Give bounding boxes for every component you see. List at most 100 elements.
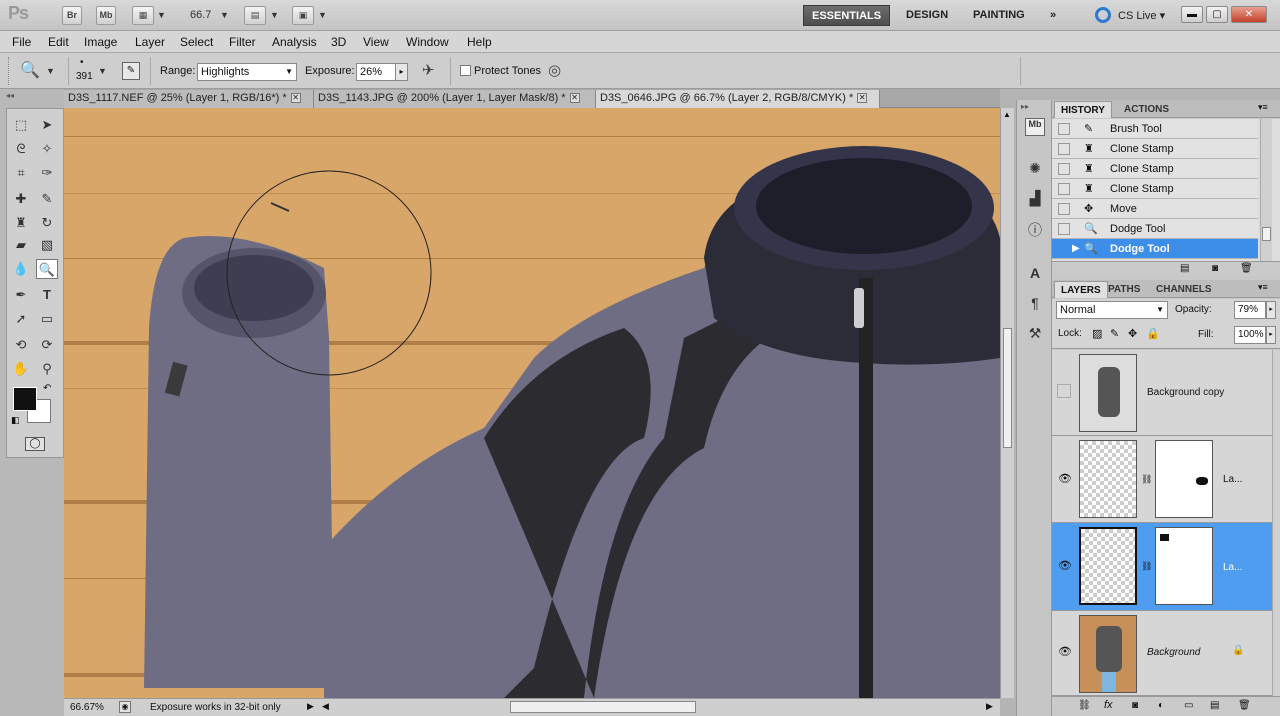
crop-tool-icon[interactable]: ⌗ [10,163,32,183]
hand-tool-icon[interactable]: ✋ [10,359,32,379]
layer-row-selected[interactable]: 👁 ⛓ La... [1052,523,1272,611]
3d-rotate-tool-icon[interactable]: ⟲ [10,335,32,355]
scroll-left-icon[interactable]: ◀ [322,701,329,712]
eye-icon[interactable]: 👁 [1057,472,1073,488]
adjustment-layer-icon[interactable]: ◐ [1158,700,1164,711]
workspace-essentials[interactable]: ESSENTIALS [803,5,891,26]
dodge-tool-icon[interactable]: 🔍 [36,259,58,279]
info-panel-icon[interactable]: ⓘ [1025,220,1045,238]
histogram-panel-icon[interactable]: ▟ [1025,190,1045,208]
new-layer-icon[interactable]: ▤ [1210,700,1219,711]
history-source-checkbox[interactable] [1058,203,1070,215]
history-source-checkbox[interactable] [1058,223,1070,235]
protect-tones-checkbox[interactable] [460,65,471,76]
clone-source-panel-icon[interactable]: ⚒ [1025,325,1045,343]
history-item[interactable]: ✎ Brush Tool [1052,119,1258,139]
workspace-painting[interactable]: PAINTING [965,5,1033,26]
menu-layer[interactable]: Layer [135,35,165,49]
link-icon[interactable]: ⛓ [1141,561,1152,572]
layer-visibility-toggle[interactable] [1057,384,1071,398]
history-scrollbar[interactable] [1260,119,1272,261]
eraser-tool-icon[interactable]: ▰ [10,235,32,255]
document-canvas[interactable] [64,108,1000,698]
history-source-checkbox[interactable] [1058,163,1070,175]
view-extras-button[interactable]: ▦ [132,6,154,25]
workspace-design[interactable]: DESIGN [898,5,956,26]
tab-document-1[interactable]: D3S_1117.NEF @ 25% (Layer 1, RGB/16*) * ✕ [64,90,314,108]
more-workspaces-button[interactable]: » [1042,5,1064,26]
dodge-tool-preset-icon[interactable]: 🔍 [20,60,40,80]
link-icon[interactable]: ⛓ [1141,474,1152,485]
blur-tool-icon[interactable]: 💧 [10,259,32,279]
bridge-button[interactable]: Br [62,6,82,25]
scrollbar-thumb[interactable] [1003,328,1012,448]
brush-size[interactable]: 391 [76,71,93,82]
history-brush-tool-icon[interactable]: ↻ [36,213,58,233]
gradient-tool-icon[interactable]: ▧ [36,235,58,255]
tab-document-3[interactable]: D3S_0646.JPG @ 66.7% (Layer 2, RGB/8/CMY… [596,90,880,108]
scroll-up-icon[interactable]: ▲ [1003,110,1011,119]
clone-stamp-tool-icon[interactable]: ♜ [10,213,32,233]
status-menu-arrow-icon[interactable]: ▶ [307,701,314,712]
opacity-input[interactable]: 79% [1234,301,1266,319]
menu-view[interactable]: View [363,35,389,49]
restore-button[interactable]: ▢ [1206,6,1228,23]
menu-image[interactable]: Image [84,35,117,49]
mini-bridge-button[interactable]: Mb [96,6,116,25]
new-document-from-state-icon[interactable]: ▤ [1180,263,1189,274]
opacity-slider-button[interactable]: ▸ [1266,301,1276,319]
blend-mode-select[interactable]: Normal ▼ [1056,301,1168,319]
quick-selection-tool-icon[interactable]: ✧ [36,139,58,159]
brush-tool-icon[interactable]: ✎ [36,189,58,209]
zoom-level[interactable]: 66.7 [190,9,211,21]
foreground-color-swatch[interactable] [13,387,37,411]
eye-icon[interactable]: 👁 [1057,559,1073,575]
scroll-right-icon[interactable]: ▶ [986,701,993,712]
swap-colors-icon[interactable]: ↶ [43,383,51,394]
exposure-input[interactable]: 26% [356,63,396,81]
tab-document-2[interactable]: D3S_1143.JPG @ 200% (Layer 1, Layer Mask… [314,90,596,108]
layer-name[interactable]: La... [1223,474,1242,485]
airbrush-icon[interactable]: ✈ [422,61,435,79]
close-icon[interactable]: ✕ [569,93,580,104]
shape-tool-icon[interactable]: ▭ [36,309,58,329]
character-panel-icon[interactable]: A [1025,265,1045,283]
zoom-tool-icon[interactable]: ⚲ [36,359,58,379]
tab-history[interactable]: HISTORY [1054,101,1112,118]
default-colors-icon[interactable]: ◧ [11,415,20,426]
history-item[interactable]: 🔍 Dodge Tool [1052,219,1258,239]
status-zoom[interactable]: 66.67% [70,702,104,713]
collapse-icon[interactable]: ◂◂ [6,91,14,100]
layer-name[interactable]: Background [1147,647,1200,658]
arrange-dropdown-icon[interactable]: ▼ [270,10,279,20]
lasso-tool-icon[interactable]: ᘓ [10,139,32,159]
type-tool-icon[interactable]: T [36,285,58,305]
close-icon[interactable]: ✕ [857,93,868,104]
new-group-icon[interactable]: ▭ [1184,700,1193,711]
trash-icon[interactable]: 🗑 [1240,263,1253,274]
move-tool-icon[interactable]: ➤ [36,115,58,135]
navigator-panel-icon[interactable]: ✺ [1025,160,1045,178]
mini-bridge-panel-icon[interactable]: Mb [1025,118,1045,136]
status-menu-icon[interactable]: ◉ [119,701,131,713]
options-grip[interactable] [8,57,10,85]
history-item[interactable]: ♜ Clone Stamp [1052,159,1258,179]
trash-icon[interactable]: 🗑 [1238,700,1251,711]
panel-menu-icon[interactable]: ▾≡ [1258,102,1268,113]
layer-row[interactable]: Background copy [1052,350,1272,436]
history-item[interactable]: ♜ Clone Stamp [1052,179,1258,199]
cs-live-button[interactable]: CS Live ▾ [1118,9,1165,22]
layer-mask-thumbnail[interactable] [1155,527,1213,605]
screen-mode-button[interactable]: ▣ [292,6,314,25]
add-mask-icon[interactable]: ◙ [1132,700,1138,711]
marquee-tool-icon[interactable]: ⬚ [10,115,32,135]
eyedropper-tool-icon[interactable]: ✑ [36,163,58,183]
brush-panel-icon[interactable]: ✎ [122,62,140,80]
link-layers-icon[interactable]: ⛓ [1078,700,1091,711]
menu-select[interactable]: Select [180,35,213,49]
lock-transparent-icon[interactable]: ▨ [1092,327,1102,340]
layer-row[interactable]: 👁 Background 🔒 [1052,611,1272,696]
panel-menu-icon[interactable]: ▾≡ [1258,282,1268,293]
tab-layers[interactable]: LAYERS [1054,281,1108,298]
healing-brush-tool-icon[interactable]: ✚ [10,189,32,209]
